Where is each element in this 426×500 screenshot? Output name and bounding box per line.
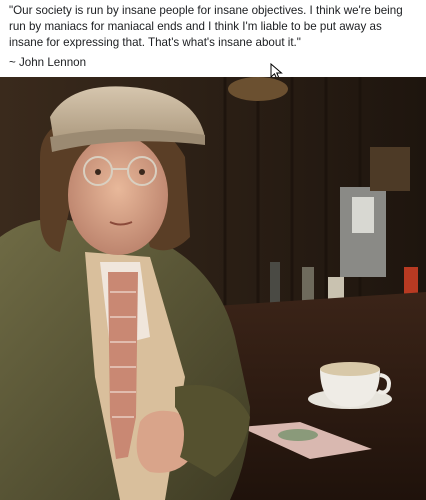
photo-illustration: [0, 77, 426, 500]
post-photo[interactable]: [0, 77, 426, 500]
post-attribution: ~ John Lennon: [9, 56, 87, 69]
post-quote-text: "Our society is run by insane people for…: [9, 4, 403, 49]
post-card: "Our society is run by insane people for…: [0, 0, 426, 500]
